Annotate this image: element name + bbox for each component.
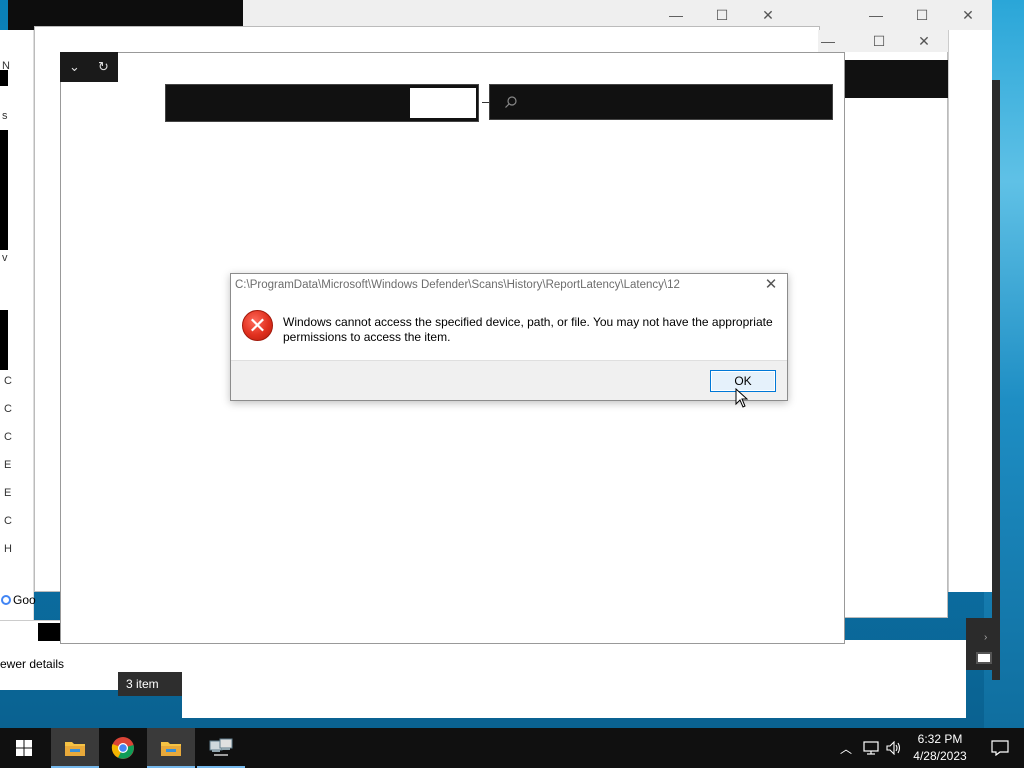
taskbar-clock[interactable]: 6:32 PM 4/28/2023: [905, 731, 975, 765]
google-item-label: Goo: [13, 593, 36, 607]
close-icon: ✕: [918, 32, 930, 49]
volume-icon: [886, 741, 901, 755]
error-dialog: C:\ProgramData\Microsoft\Windows Defende…: [230, 273, 788, 401]
maximize-button[interactable]: ☐: [856, 26, 902, 56]
nav-fragment-text: N: [2, 60, 10, 72]
chrome-icon: [111, 737, 134, 759]
address-bar-segment[interactable]: [410, 88, 476, 118]
address-separator: [482, 102, 489, 103]
close-icon: ✕: [962, 6, 974, 23]
taskbar-file-explorer-1[interactable]: [51, 728, 99, 768]
taskbar: ︿ 6:32 PM 4/28/2023: [0, 728, 1024, 768]
error-icon: ✕: [242, 310, 273, 341]
nav-fragment-text: C: [4, 515, 12, 527]
nav-fragment-text: C: [4, 375, 12, 387]
mouse-cursor-icon: [735, 388, 749, 408]
nav-fragment-text: E: [4, 459, 12, 471]
close-icon: ✕: [762, 6, 774, 23]
network-tray-button[interactable]: [860, 728, 882, 768]
dialog-message: Windows cannot access the specified devi…: [283, 315, 773, 344]
scroll-right-icon[interactable]: ›: [984, 632, 987, 643]
minimize-icon: —: [669, 7, 683, 23]
background-window-edge: [948, 30, 992, 592]
refresh-icon[interactable]: ↻: [98, 59, 109, 75]
clock-time: 6:32 PM: [917, 732, 963, 746]
close-button[interactable]: ✕: [945, 0, 991, 30]
nav-fragment-text: v: [2, 252, 8, 264]
minimize-icon: —: [821, 33, 835, 49]
status-bar-item-count: 3 item: [118, 672, 182, 696]
close-button[interactable]: ✕: [901, 26, 947, 56]
maximize-icon: ☐: [872, 32, 886, 49]
scrollbar[interactable]: [992, 80, 1000, 680]
background-window-bottom-2: [182, 640, 966, 718]
taskbar-file-explorer-2[interactable]: [147, 728, 195, 768]
taskbar-chrome[interactable]: [99, 728, 147, 768]
notification-icon: [991, 740, 1009, 756]
chevron-up-icon: ︿: [839, 741, 852, 756]
details-view-icon[interactable]: [976, 652, 992, 664]
network-app-icon: [209, 738, 233, 756]
folder-icon: [65, 742, 85, 756]
chevron-down-icon[interactable]: ⌄: [69, 59, 80, 75]
dialog-footer: OK: [231, 360, 787, 400]
maximize-icon: ☐: [915, 6, 929, 23]
action-center-button[interactable]: [976, 728, 1024, 768]
minimize-icon: —: [869, 7, 883, 23]
show-hidden-icons-button[interactable]: ︿: [836, 728, 856, 768]
maximize-icon: ☐: [715, 6, 729, 23]
nav-fragment-text: s: [2, 110, 8, 122]
network-icon: [863, 741, 879, 755]
google-item[interactable]: Goo: [0, 590, 60, 610]
background-window-statusbar: ›: [966, 618, 1000, 670]
nav-fragment-text: C: [4, 431, 12, 443]
volume-tray-button[interactable]: [884, 728, 904, 768]
nav-fragment-text: H: [4, 543, 12, 555]
dialog-close-button[interactable]: ✕: [763, 277, 779, 293]
close-icon: ✕: [764, 276, 778, 293]
search-icon: [505, 96, 517, 108]
dialog-title: C:\ProgramData\Microsoft\Windows Defende…: [235, 279, 680, 291]
taskbar-network-connections[interactable]: [197, 728, 245, 768]
search-box[interactable]: [489, 84, 833, 120]
google-icon: [1, 595, 11, 605]
start-button[interactable]: [0, 728, 48, 768]
quick-access-toolbar: ⌄ ↻: [60, 52, 118, 82]
windows-logo-icon: [16, 740, 32, 756]
clock-date: 4/28/2023: [913, 749, 967, 763]
background-window-titlebar-3[interactable]: — ☐ ✕: [818, 30, 948, 52]
folder-icon: [161, 742, 181, 756]
fewer-details-link[interactable]: ewer details: [0, 657, 64, 671]
nav-fragment-text: C: [4, 403, 12, 415]
nav-fragment-text: E: [4, 487, 12, 499]
address-bar[interactable]: [844, 60, 948, 98]
